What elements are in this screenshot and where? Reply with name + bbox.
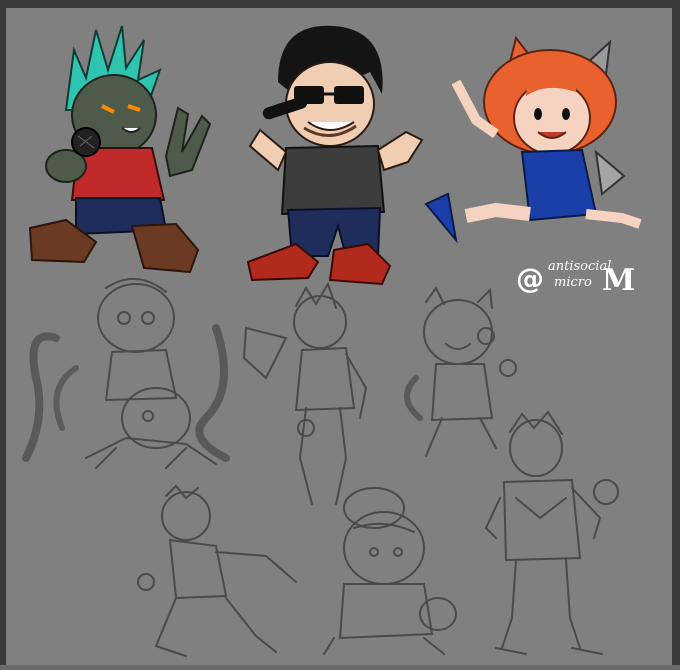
character-glasses — [238, 12, 428, 302]
character-teal-hair — [26, 20, 216, 280]
signature-line-2: micro — [554, 275, 592, 290]
artist-signature: @ antisocial micro M — [514, 256, 664, 306]
artboard: @ antisocial micro M — [6, 8, 672, 665]
character-cat-girl — [424, 34, 646, 264]
signature-mark: M — [602, 263, 636, 298]
sketch-tentacle-girls — [16, 268, 246, 488]
sketch-standing-character — [476, 408, 626, 665]
sketch-winged-character — [236, 278, 386, 508]
sketch-mouse-character — [314, 487, 464, 658]
sketch-crouching-character — [136, 484, 306, 666]
